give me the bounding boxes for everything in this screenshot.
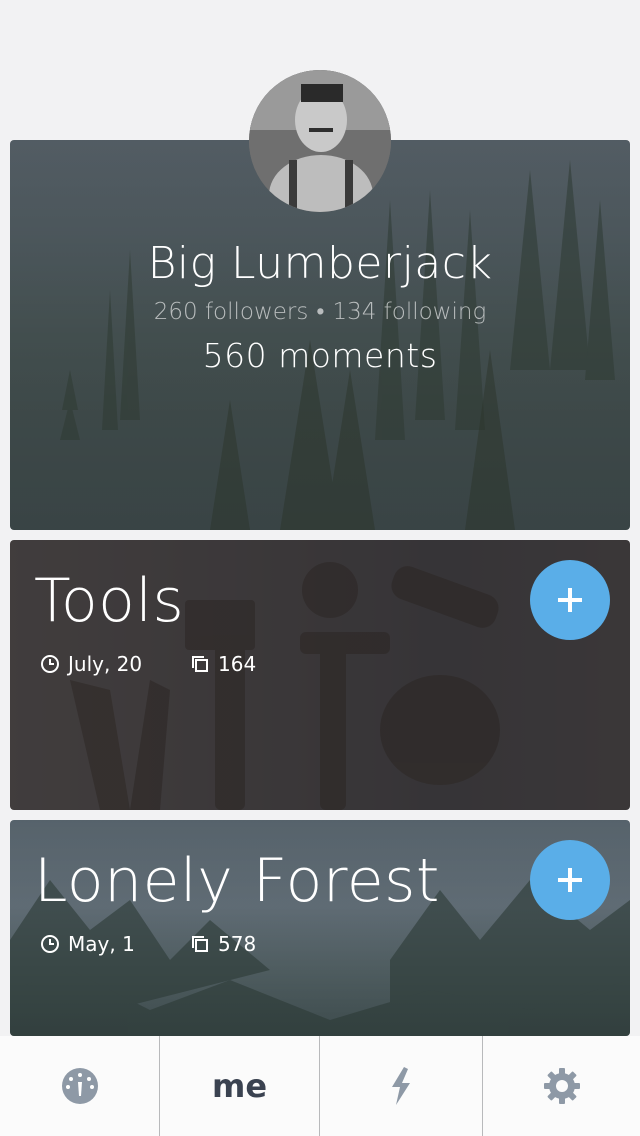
plus-icon (558, 588, 582, 612)
tab-me[interactable]: me (159, 1036, 319, 1136)
lightning-icon (392, 1067, 410, 1105)
profile-name: Big Lumberjack (147, 238, 493, 289)
profile-avatar[interactable] (249, 70, 391, 212)
photos-icon (192, 936, 208, 952)
moment-count: 578 (190, 932, 256, 956)
stats-separator: • (316, 299, 325, 325)
followers-count[interactable]: 260 followers (154, 299, 309, 325)
following-count[interactable]: 134 following (332, 299, 486, 325)
moment-count-text: 578 (218, 932, 257, 956)
moment-date: May, 1 (40, 932, 135, 956)
moment-count: 164 (190, 652, 256, 676)
moment-title: Tools (34, 566, 185, 636)
tab-activity[interactable] (319, 1036, 482, 1136)
clock-icon (41, 655, 59, 673)
plus-icon (558, 868, 582, 892)
moment-count-text: 164 (218, 652, 257, 676)
moment-title: Lonely Forest (34, 846, 440, 916)
add-to-moment-button[interactable] (530, 560, 610, 640)
gear-icon (543, 1068, 580, 1104)
moment-date-text: May, 1 (68, 932, 135, 956)
moment-card[interactable]: Tools July, 20 164 (10, 540, 630, 810)
tab-settings[interactable] (482, 1036, 640, 1136)
photos-icon (192, 656, 208, 672)
tab-bar: me (0, 1036, 640, 1136)
profile-stats: 260 followers • 134 following (10, 298, 630, 325)
moment-card[interactable]: Lonely Forest May, 1 578 (10, 820, 630, 1036)
dashboard-icon (61, 1068, 98, 1104)
moments-count: 560 moments (202, 336, 438, 375)
add-to-moment-button[interactable] (530, 840, 610, 920)
clock-icon (41, 935, 59, 953)
moment-date-text: July, 20 (68, 652, 143, 676)
tab-dashboard[interactable] (0, 1036, 159, 1136)
moment-date: July, 20 (40, 652, 142, 676)
